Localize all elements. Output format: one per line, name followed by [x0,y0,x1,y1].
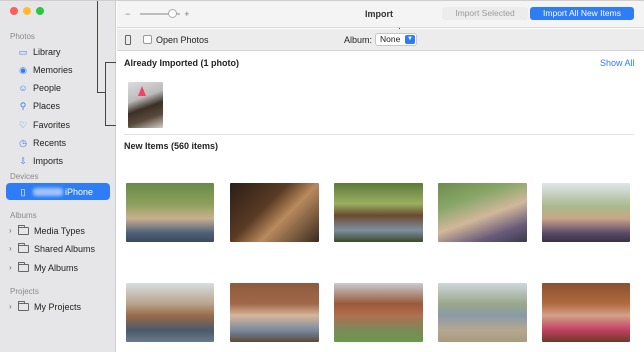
photo-thumbnail[interactable] [230,183,319,242]
chevron-right-icon[interactable]: › [9,302,18,311]
photo-thumbnail[interactable] [438,283,527,342]
sidebar-item-label: Library [33,46,61,57]
callout-line [105,62,106,126]
zoom-slider-knob[interactable] [168,9,178,18]
sidebar-item-label: Media Types [34,225,85,236]
new-items-heading: New Items (560 items) [124,141,219,151]
sidebar-item-places[interactable]: ⚲ Places [6,97,110,114]
import-window: Photos ▭ Library ◉ Memories ☺ People ⚲ P… [0,0,644,352]
zoom-control: − + [125,9,190,19]
chevron-right-icon[interactable]: › [9,226,18,235]
folder-icon [18,300,29,311]
sidebar-item-label: Favorites [33,119,71,130]
library-icon: ▭ [18,46,28,57]
sidebar-item-label: iPhone [65,186,94,197]
zoom-slider[interactable] [140,9,181,18]
sidebar-item-people[interactable]: ☺ People [6,79,110,96]
window-title: Import [365,9,393,19]
sidebar-item-library[interactable]: ▭ Library [6,43,110,60]
sidebar-item-label: My Projects [34,301,82,312]
albums-section-header: Albums [10,211,37,220]
traffic-lights [10,7,44,15]
places-icon: ⚲ [19,100,27,111]
sidebar-item-media-types[interactable]: › Media Types [6,222,110,239]
heart-icon: ♡ [18,119,28,130]
sidebar-item-label: Recents [33,137,67,148]
callout-line [97,1,98,93]
photo-thumbnail[interactable] [542,183,630,242]
zoom-window-button[interactable] [36,7,44,15]
sidebar-item-shared-albums[interactable]: › Shared Albums [6,240,110,257]
photo-thumbnail[interactable] [126,183,214,242]
sidebar-item-label: Places [33,100,61,111]
party-hat-shape [138,86,146,96]
show-all-link[interactable]: Show All [600,58,635,68]
already-imported-heading: Already Imported (1 photo) [124,58,240,68]
callout-line [105,62,116,63]
photo-thumbnail[interactable] [334,183,423,242]
photo-thumbnail[interactable] [126,283,214,342]
photo-thumbnail[interactable] [542,283,630,342]
clock-icon: ◷ [19,137,27,148]
sidebar-item-my-albums[interactable]: › My Albums [6,259,110,276]
chevron-right-icon[interactable]: › [9,244,18,253]
sidebar-item-label: My Albums [34,262,79,273]
zoom-out-icon[interactable]: − [125,9,130,19]
chevron-right-icon[interactable]: › [9,263,18,272]
imported-photo-thumbnail[interactable] [128,82,163,128]
chevron-down-icon: ▼ [405,35,415,44]
sidebar-item-memories[interactable]: ◉ Memories [6,61,110,78]
section-divider [124,134,634,135]
folder-icon [18,224,29,235]
iphone-icon: ▯ [20,186,26,197]
album-label: Album: [344,35,373,45]
sidebar-item-label: Memories [33,64,73,75]
photo-thumbnail[interactable] [438,183,527,242]
open-photos-checkbox[interactable] [143,35,152,44]
sidebar-item-label: Imports [33,155,64,166]
close-window-button[interactable] [10,7,18,15]
callout-line [105,125,116,126]
devices-section-header: Devices [10,172,39,181]
album-select[interactable]: None ▼ [375,33,417,46]
minimize-window-button[interactable] [23,7,31,15]
sidebar-item-my-projects[interactable]: › My Projects [6,298,110,315]
people-icon: ☺ [18,82,28,93]
sidebar-item-label: Shared Albums [34,243,96,254]
projects-section-header: Projects [10,287,39,296]
imports-icon: ⇩ [19,155,27,166]
redacted-device-owner [33,187,63,196]
import-all-button[interactable]: Import All New Items [530,7,634,20]
import-selected-button[interactable]: Import Selected [442,7,528,20]
photo-thumbnail[interactable] [230,283,319,342]
sidebar-item-favorites[interactable]: ♡ Favorites [6,116,110,133]
toolbar: − + Import Import Selected Import All Ne… [117,1,644,28]
sidebar-item-imports[interactable]: ⇩ Imports [6,152,110,169]
photo-thumbnail[interactable] [334,283,423,342]
iphone-icon [125,35,131,45]
folder-icon [18,261,29,272]
sidebar-item-iphone[interactable]: ▯ iPhone [6,183,110,200]
album-select-value: None [380,34,401,44]
zoom-in-icon[interactable]: + [184,9,189,19]
photos-section-header: Photos [10,32,35,41]
import-options-bar: Open Photos Album: None ▼ [117,29,644,51]
folder-icon [18,242,29,253]
memories-icon: ◉ [19,64,27,75]
sidebar-item-recents[interactable]: ◷ Recents [6,134,110,151]
open-photos-label: Open Photos [156,35,209,45]
sidebar-item-label: People [33,82,62,93]
sidebar: Photos ▭ Library ◉ Memories ☺ People ⚲ P… [0,1,116,352]
